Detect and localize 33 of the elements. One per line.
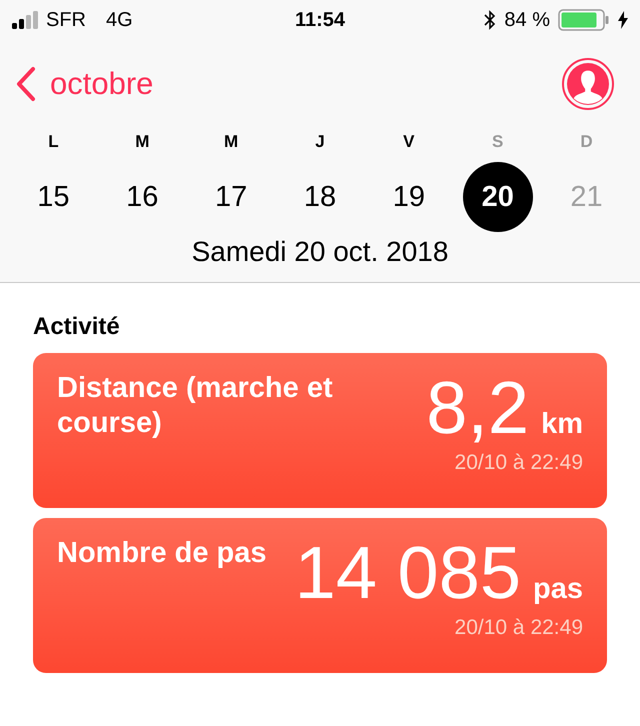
carrier-name: SFR — [46, 8, 86, 32]
weekday-label: J — [315, 132, 325, 152]
day-button[interactable]: 15 — [18, 162, 88, 232]
bluetooth-icon — [484, 10, 496, 30]
metric-unit: km — [541, 408, 583, 441]
day-button[interactable]: 16 — [107, 162, 178, 232]
date-title: Samedi 20 oct. 2018 — [190, 236, 450, 268]
section-title: Activité — [33, 313, 121, 341]
metric-label: Distance (marche et course) — [57, 371, 334, 441]
metric-value: 8,2 — [426, 371, 530, 445]
weekday-label: L — [48, 132, 59, 152]
metric-unit: pas — [533, 573, 583, 606]
network-type: 4G — [106, 8, 133, 32]
chevron-left-icon — [16, 66, 36, 102]
battery-icon — [558, 9, 610, 31]
weekday-label: M — [224, 132, 238, 152]
profile-button[interactable] — [562, 58, 614, 110]
battery-percentage: 84 % — [504, 8, 550, 32]
metric-timestamp: 20/10 à 22:49 — [454, 616, 583, 640]
day-button[interactable]: 19 — [374, 162, 444, 232]
person-icon — [567, 62, 609, 106]
signal-icon — [12, 11, 38, 29]
weekday-label: M — [135, 132, 150, 152]
weekday-label: V — [403, 132, 415, 152]
metric-timestamp: 20/10 à 22:49 — [454, 451, 583, 475]
weekday-label: S — [492, 132, 504, 152]
weekday-label: D — [580, 132, 593, 152]
day-button[interactable]: 20 — [462, 162, 533, 232]
clock-time: 11:54 — [294, 8, 346, 32]
day-button[interactable]: 18 — [284, 162, 355, 232]
day-button[interactable]: 17 — [196, 162, 266, 232]
metric-value: 14 085 — [294, 536, 522, 610]
metric-label: Nombre de pas — [57, 536, 268, 571]
